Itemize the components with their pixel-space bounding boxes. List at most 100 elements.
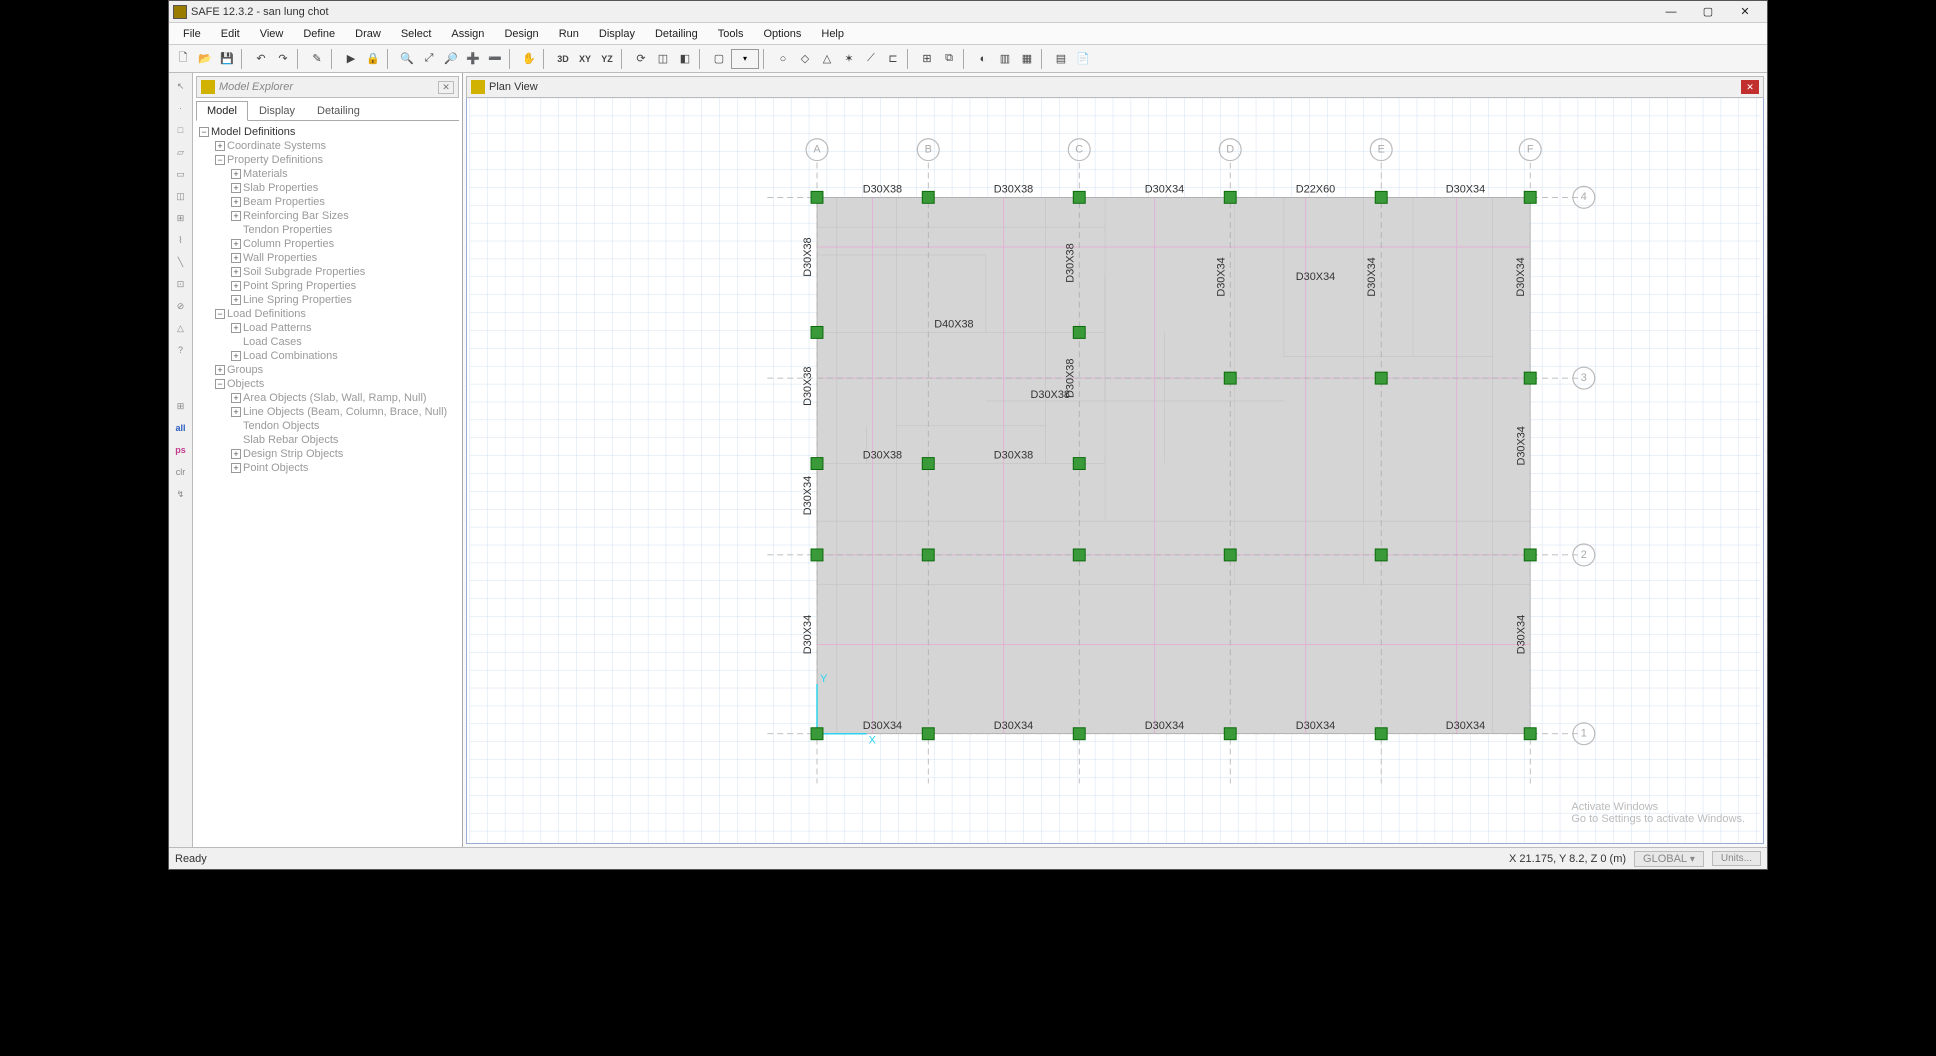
side-strip-icon[interactable]: ⊡ bbox=[172, 275, 190, 293]
tree-propdef[interactable]: Property Definitions bbox=[227, 154, 323, 166]
tree-coord[interactable]: Coordinate Systems bbox=[227, 140, 326, 152]
side-circle-icon[interactable]: ⊘ bbox=[172, 297, 190, 315]
perspective-icon[interactable]: ◫ bbox=[653, 49, 673, 69]
plan-canvas[interactable]: ABCDEF4321YXD30X38D30X38D30X34D22X60D30X… bbox=[466, 98, 1764, 844]
tree-item[interactable]: Wall Properties bbox=[243, 252, 317, 264]
side-inter-icon[interactable]: ↯ bbox=[172, 485, 190, 503]
tree-item[interactable]: Slab Properties bbox=[243, 182, 318, 194]
side-rect-icon[interactable]: □ bbox=[172, 121, 190, 139]
run-icon[interactable]: ▶ bbox=[341, 49, 361, 69]
show1-icon[interactable]: ◐ bbox=[973, 49, 993, 69]
view-yz-button[interactable]: YZ bbox=[597, 49, 617, 69]
side-clr-button[interactable]: clr bbox=[172, 463, 190, 481]
tree-item[interactable]: Beam Properties bbox=[243, 196, 325, 208]
tab-display[interactable]: Display bbox=[248, 101, 306, 120]
object-icon[interactable]: ▢ bbox=[709, 49, 729, 69]
maximize-button[interactable]: ▢ bbox=[1690, 2, 1726, 22]
draw2-icon[interactable]: ◇ bbox=[795, 49, 815, 69]
draw1-icon[interactable]: ○ bbox=[773, 49, 793, 69]
draw6-icon[interactable]: ⊏ bbox=[883, 49, 903, 69]
menu-file[interactable]: File bbox=[173, 25, 211, 43]
view-3d-button[interactable]: 3D bbox=[553, 49, 573, 69]
menu-design[interactable]: Design bbox=[494, 25, 548, 43]
lock-icon[interactable]: 🔒 bbox=[363, 49, 383, 69]
side-area-icon[interactable]: ▭ bbox=[172, 165, 190, 183]
tree-item[interactable]: Load Cases bbox=[243, 336, 302, 348]
side-selgrid-icon[interactable]: ⊞ bbox=[172, 397, 190, 415]
menu-define[interactable]: Define bbox=[293, 25, 345, 43]
menu-select[interactable]: Select bbox=[391, 25, 442, 43]
undo-icon[interactable]: ↶ bbox=[251, 49, 271, 69]
rotate-icon[interactable]: ⟳ bbox=[631, 49, 651, 69]
view-xy-button[interactable]: XY bbox=[575, 49, 595, 69]
tab-model[interactable]: Model bbox=[196, 101, 248, 121]
draw5-icon[interactable]: ⟋ bbox=[861, 49, 881, 69]
zoom-in-icon[interactable]: ➕ bbox=[463, 49, 483, 69]
redo-icon[interactable]: ↷ bbox=[273, 49, 293, 69]
tree-item[interactable]: Tendon Objects bbox=[243, 420, 319, 432]
tree-root[interactable]: Model Definitions bbox=[211, 126, 295, 138]
refresh-icon[interactable]: ✎ bbox=[307, 49, 327, 69]
side-diag-icon[interactable]: ╲ bbox=[172, 253, 190, 271]
draw4-icon[interactable]: ✶ bbox=[839, 49, 859, 69]
tree-item[interactable]: Line Objects (Beam, Column, Brace, Null) bbox=[243, 406, 447, 418]
side-q-icon[interactable]: ? bbox=[172, 341, 190, 359]
side-line-icon[interactable]: ⌇ bbox=[172, 231, 190, 249]
menu-run[interactable]: Run bbox=[549, 25, 589, 43]
menu-help[interactable]: Help bbox=[811, 25, 854, 43]
tree-groups[interactable]: Groups bbox=[227, 364, 263, 376]
side-pointer-icon[interactable]: ↖ bbox=[172, 77, 190, 95]
tree-item[interactable]: Materials bbox=[243, 168, 288, 180]
show5-icon[interactable]: 📄 bbox=[1073, 49, 1093, 69]
menu-assign[interactable]: Assign bbox=[441, 25, 494, 43]
menu-tools[interactable]: Tools bbox=[708, 25, 754, 43]
menu-view[interactable]: View bbox=[250, 25, 294, 43]
tree-item[interactable]: Design Strip Objects bbox=[243, 448, 343, 460]
side-wall-icon[interactable]: ◫ bbox=[172, 187, 190, 205]
shrink-icon[interactable]: ◧ bbox=[675, 49, 695, 69]
zoom-area-icon[interactable]: 🔍 bbox=[397, 49, 417, 69]
tree-item[interactable]: Area Objects (Slab, Wall, Ramp, Null) bbox=[243, 392, 427, 404]
side-slab-icon[interactable]: ▱ bbox=[172, 143, 190, 161]
new-icon[interactable]: 🗋 bbox=[173, 49, 193, 69]
object-dropdown[interactable]: ▾ bbox=[731, 49, 759, 69]
side-all-button[interactable]: all bbox=[172, 419, 190, 437]
show3-icon[interactable]: ▦ bbox=[1017, 49, 1037, 69]
show7-icon[interactable]: ⊞ bbox=[917, 49, 937, 69]
show4-icon[interactable]: ▤ bbox=[1051, 49, 1071, 69]
status-global-dropdown[interactable]: GLOBAL ▾ bbox=[1634, 851, 1704, 867]
show2-icon[interactable]: ▥ bbox=[995, 49, 1015, 69]
side-tri-icon[interactable]: △ bbox=[172, 319, 190, 337]
side-point-icon[interactable]: · bbox=[172, 99, 190, 117]
zoom-out-icon[interactable]: ➖ bbox=[485, 49, 505, 69]
zoom-extents-icon[interactable]: ⤢ bbox=[419, 49, 439, 69]
tree-item[interactable]: Tendon Properties bbox=[243, 224, 332, 236]
close-button[interactable]: ✕ bbox=[1727, 2, 1763, 22]
tree-item[interactable]: Reinforcing Bar Sizes bbox=[243, 210, 349, 222]
tree-objects[interactable]: Objects bbox=[227, 378, 264, 390]
tree-item[interactable]: Line Spring Properties bbox=[243, 294, 352, 306]
view-close-button[interactable]: ✕ bbox=[1741, 80, 1759, 94]
minimize-button[interactable]: ― bbox=[1653, 2, 1689, 22]
tree-item[interactable]: Point Spring Properties bbox=[243, 280, 356, 292]
tree-item[interactable]: Soil Subgrade Properties bbox=[243, 266, 365, 278]
pan-icon[interactable]: ✋ bbox=[519, 49, 539, 69]
menu-display[interactable]: Display bbox=[589, 25, 645, 43]
tree-item[interactable]: Point Objects bbox=[243, 462, 308, 474]
menu-draw[interactable]: Draw bbox=[345, 25, 391, 43]
tree-item[interactable]: Load Patterns bbox=[243, 322, 312, 334]
plan-drawing[interactable]: ABCDEF4321YXD30X38D30X38D30X34D22X60D30X… bbox=[467, 98, 1763, 843]
show8-icon[interactable]: ⧉ bbox=[939, 49, 959, 69]
panel-close-button[interactable]: ✕ bbox=[438, 81, 454, 94]
side-ps-button[interactable]: ps bbox=[172, 441, 190, 459]
open-icon[interactable]: 📂 bbox=[195, 49, 215, 69]
zoom-prev-icon[interactable]: 🔎 bbox=[441, 49, 461, 69]
tab-detailing[interactable]: Detailing bbox=[306, 101, 371, 120]
status-units-dropdown[interactable]: Units... bbox=[1712, 851, 1761, 866]
save-icon[interactable]: 💾 bbox=[217, 49, 237, 69]
side-grid-icon[interactable]: ⊞ bbox=[172, 209, 190, 227]
tree-item[interactable]: Slab Rebar Objects bbox=[243, 434, 338, 446]
tree-item[interactable]: Load Combinations bbox=[243, 350, 338, 362]
model-tree[interactable]: −Model Definitions +Coordinate Systems −… bbox=[193, 121, 462, 847]
draw3-icon[interactable]: △ bbox=[817, 49, 837, 69]
